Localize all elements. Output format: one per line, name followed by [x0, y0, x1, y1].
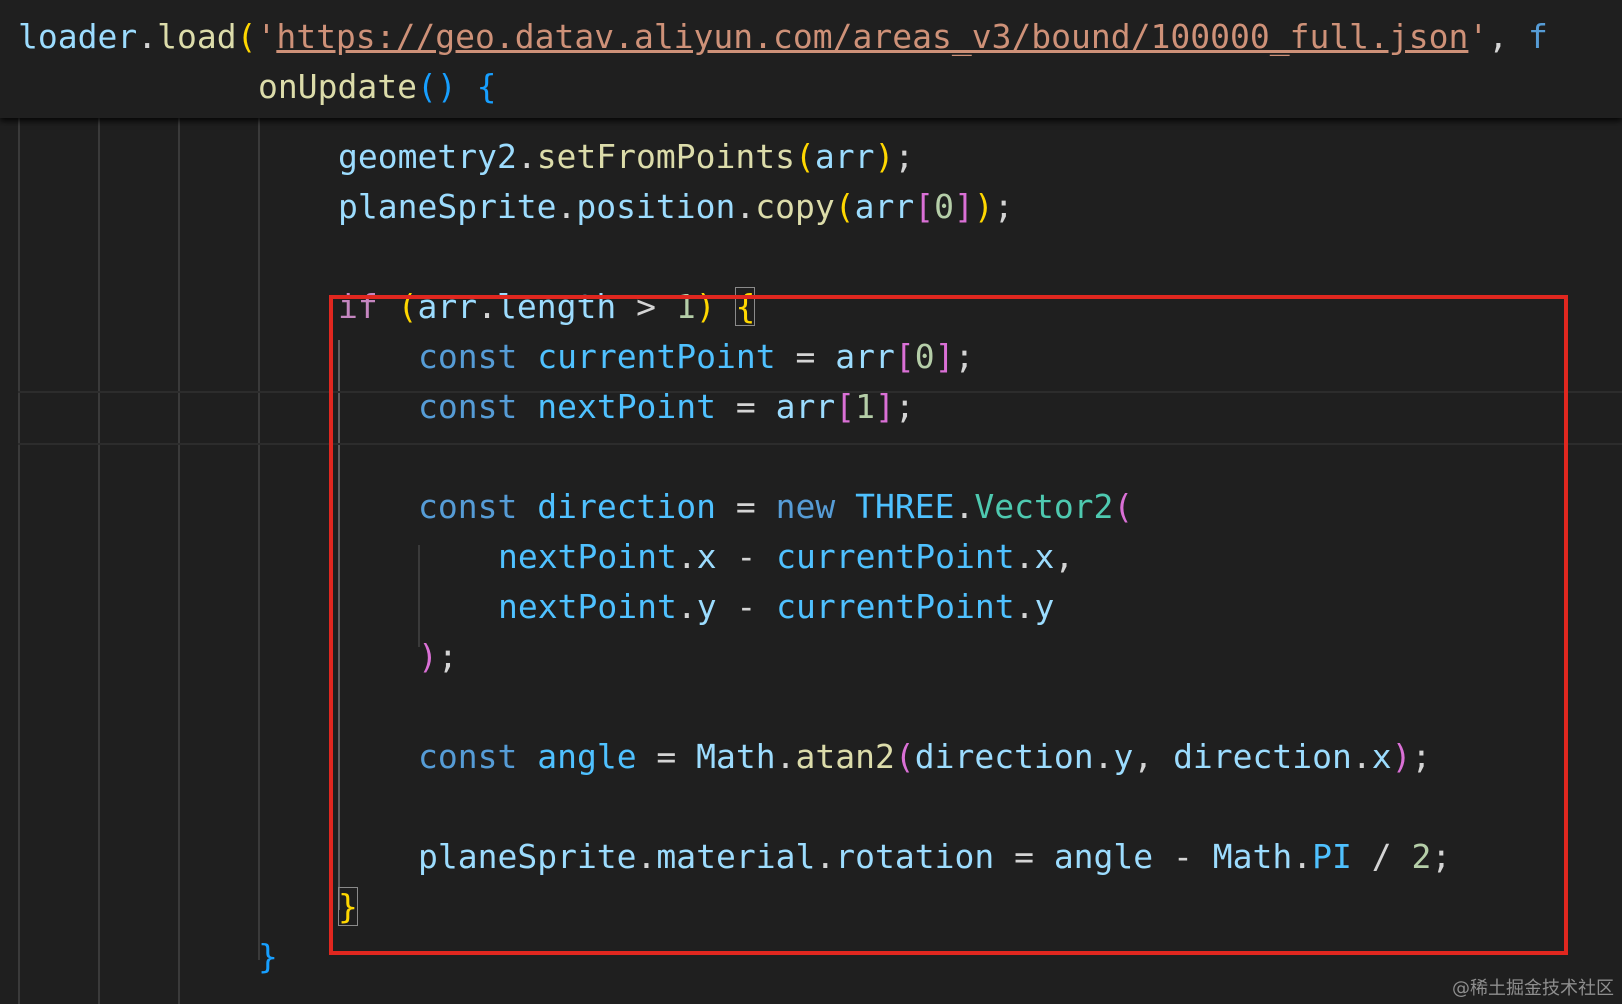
code-token: ; — [993, 187, 1014, 226]
code-token: copy — [755, 187, 835, 226]
token-loader: loader — [18, 17, 138, 56]
indent-guide — [18, 118, 20, 1004]
code-token: ( — [834, 187, 855, 226]
sticky-line-onupdate[interactable]: onUpdate() { — [258, 64, 496, 110]
code-token: planeSprite — [338, 187, 557, 226]
token-paren-open: ( — [236, 17, 257, 56]
code-token: arr — [854, 187, 915, 226]
sticky-line-loader-load[interactable]: loader.load('https://geo.datav.aliyun.co… — [18, 14, 1548, 60]
indent-guide — [98, 118, 100, 1004]
indent-guide — [178, 118, 180, 1004]
token-quote: ' — [1468, 17, 1489, 56]
code-token: } — [258, 937, 278, 976]
sticky-scroll-header: loader.load('https://geo.datav.aliyun.co… — [0, 0, 1622, 118]
indent-guide — [258, 118, 260, 960]
code-token: setFromPoints — [536, 137, 795, 176]
token-onupdate: onUpdate — [258, 67, 417, 106]
code-token: . — [556, 187, 577, 226]
code-token: [ — [914, 187, 935, 226]
code-token: ] — [953, 187, 974, 226]
code-token: 0 — [934, 187, 954, 226]
token-load: load — [157, 17, 237, 56]
code-token: ( — [794, 137, 815, 176]
code-token: ) — [973, 187, 994, 226]
token-brace-open: { — [476, 67, 497, 106]
code-line[interactable]: } — [258, 934, 278, 980]
code-token: ) — [874, 137, 895, 176]
code-token: geometry2 — [338, 137, 517, 176]
token-quote: ' — [256, 17, 277, 56]
code-token: position — [576, 187, 736, 226]
token-url-link[interactable]: https://geo.datav.aliyun.com/areas_v3/bo… — [276, 17, 1468, 56]
sticky-scroll-previous-line — [0, 0, 1622, 4]
token-comma: , — [1488, 17, 1529, 56]
watermark: @稀土掘金技术社区 — [1452, 978, 1614, 999]
code-editor[interactable]: loader.load('https://geo.datav.aliyun.co… — [0, 0, 1622, 1004]
token-dot: . — [137, 17, 158, 56]
code-token: ; — [894, 137, 915, 176]
code-line[interactable]: planeSprite.position.copy(arr[0]); — [338, 184, 1014, 230]
token-parens: () — [416, 67, 457, 106]
annotation-highlight-box — [329, 295, 1568, 955]
code-token: . — [735, 187, 756, 226]
token-truncated: f — [1528, 17, 1548, 56]
code-line[interactable]: geometry2.setFromPoints(arr); — [338, 134, 914, 180]
code-token: . — [516, 137, 537, 176]
code-token: arr — [814, 137, 875, 176]
